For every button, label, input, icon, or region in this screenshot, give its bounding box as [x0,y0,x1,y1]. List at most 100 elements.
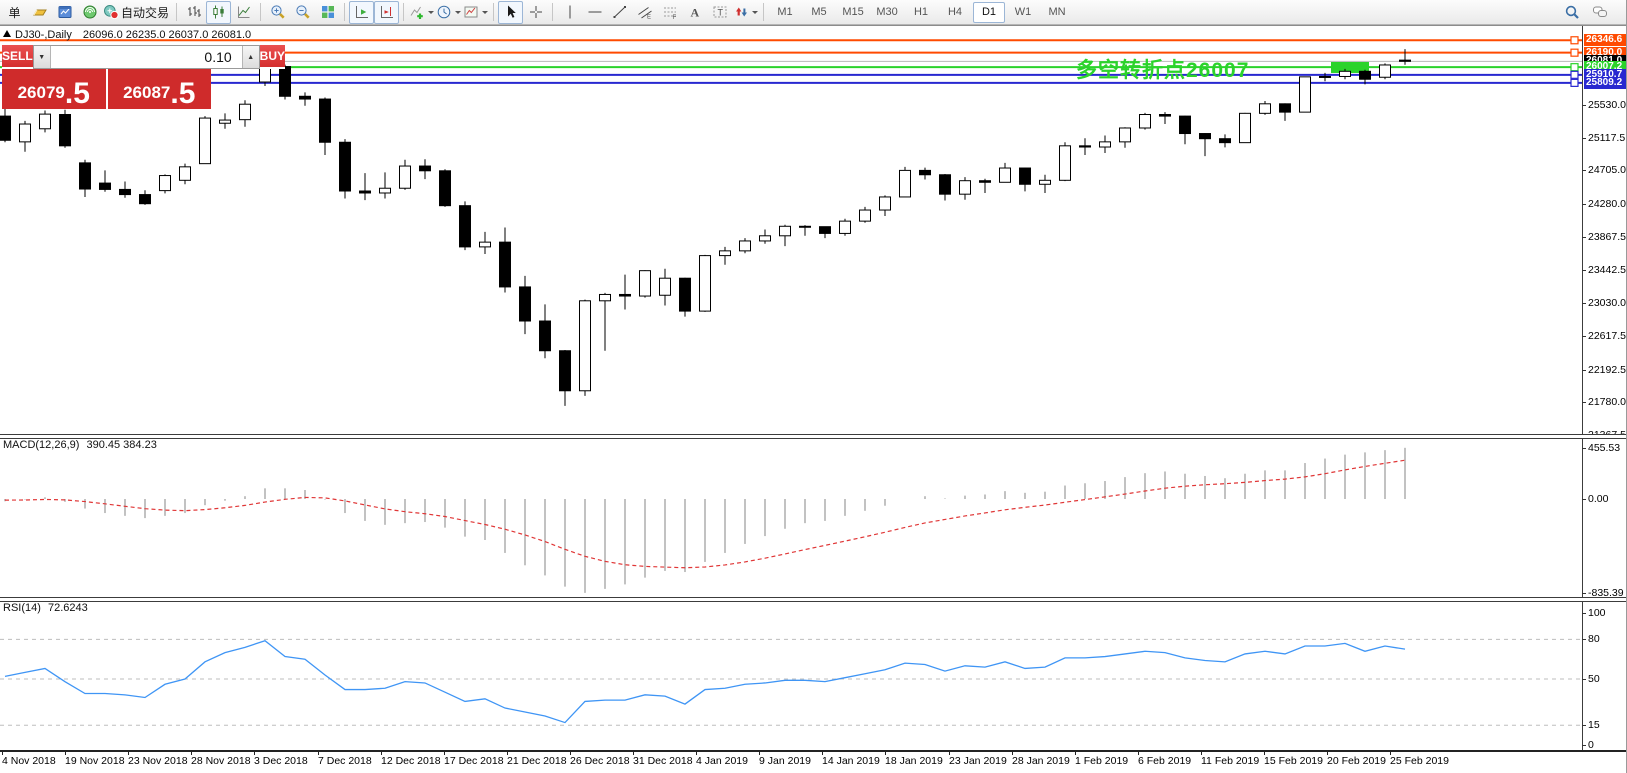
dropdown-arrow-icon[interactable] [482,11,488,14]
fibonacci-button[interactable]: F [657,1,682,24]
horizontal-line-button[interactable] [582,1,607,24]
axis-tick [1582,204,1586,205]
candle-13-Dec [420,159,431,179]
dropdown-arrow-icon[interactable] [455,11,461,14]
level-handle[interactable] [1571,79,1578,86]
crosshair-button[interactable] [523,1,548,24]
market-watch-button[interactable] [52,1,77,24]
templates-icon [463,4,479,20]
level-handle[interactable] [1571,71,1578,78]
candle-20-Nov [80,160,91,197]
trendline-button[interactable] [607,1,632,24]
date-label: 1 Feb 2019 [1075,755,1128,767]
volume-decrease-button[interactable]: ▼ [34,46,51,68]
axis-tick [1582,270,1586,271]
search-icon[interactable] [1564,4,1580,20]
date-label: 28 Jan 2019 [1012,755,1070,767]
date-label: 19 Nov 2018 [65,755,125,767]
chart-shift-icon [379,4,395,20]
candlestick-chart-button[interactable] [206,1,231,24]
price-tick-label: 23442.5 [1588,264,1626,276]
gold-bar-icon [32,4,48,20]
candle-14-Feb [1280,103,1291,120]
candle-12-Dec [400,160,411,190]
level-handle[interactable] [1571,37,1578,44]
chart-annotation-text[interactable]: 多空转折点26007 [1076,54,1249,84]
candle-15-Feb [1300,76,1311,112]
auto-trading-button[interactable]: 自动交易 [102,1,172,24]
indicators-button[interactable] [408,1,435,24]
price-tick-label: 25117.5 [1588,132,1625,144]
timeframe-M15[interactable]: M15 [837,2,869,23]
sell-price[interactable]: 26079 .5 [2,69,108,109]
periods-icon [436,4,452,20]
auto-scroll-button[interactable] [349,1,374,24]
buy-button[interactable]: BUY [260,45,285,69]
timeframe-M30[interactable]: M30 [871,2,903,23]
periods-button[interactable] [435,1,462,24]
text-label-button[interactable]: T [707,1,732,24]
timeframe-H1[interactable]: H1 [905,2,937,23]
equidistant-channel-button[interactable]: E [632,1,657,24]
rsi-label: RSI(14) 72.6243 [3,602,88,614]
volume-input[interactable] [51,46,242,68]
templates-button[interactable] [462,1,489,24]
candle-20-Dec [520,276,531,334]
vertical-line-button[interactable] [557,1,582,24]
toolbar-separator [493,3,494,21]
level-handle[interactable] [1571,49,1578,56]
axis-tick [1582,303,1586,304]
arrows-button[interactable] [732,1,759,24]
candle-7-Feb [1180,116,1191,145]
macd-label: MACD(12,26,9) 390.45 384.23 [3,439,157,451]
sell-button[interactable]: SELL [2,45,33,69]
indicators-icon [409,4,425,20]
candle-21-Jan [920,168,931,180]
axis-tick [1582,499,1586,500]
timeframe-MN[interactable]: MN [1041,2,1073,23]
macd-values: 390.45 384.23 [86,439,156,451]
chat-icon[interactable] [1592,4,1608,20]
macd-pane-separator[interactable] [0,434,1627,439]
buy-price[interactable]: 26087 .5 [108,69,212,109]
volume-control: ▼ ▲ [33,45,260,69]
dropdown-arrow-icon[interactable] [752,11,758,14]
date-label: 21 Dec 2018 [507,755,567,767]
candlesticks-icon [211,4,227,20]
price-tick-label: 24280.0 [1588,198,1626,210]
zoom-in-button[interactable] [265,1,290,24]
timeframe-D1[interactable]: D1 [973,2,1005,23]
date-label: 7 Dec 2018 [318,755,372,767]
level-handle[interactable] [1571,64,1578,71]
timeframe-H4[interactable]: H4 [939,2,971,23]
text-label-icon: T [712,4,728,20]
candlestick-chart[interactable] [0,26,1582,773]
volume-increase-button[interactable]: ▲ [242,46,259,68]
rsi-pane-separator[interactable] [0,597,1627,602]
date-label: 11 Feb 2019 [1201,755,1259,767]
text-button[interactable]: A [682,1,707,24]
chart-shift-button[interactable] [374,1,399,24]
timeframe-W1[interactable]: W1 [1007,2,1039,23]
signals-button[interactable] [77,1,102,24]
svg-text:T: T [717,8,723,18]
axis-tick [1582,138,1586,139]
candle-29-Nov [220,113,231,128]
candle-14-Jan [820,227,831,238]
cursor-button[interactable] [498,1,523,24]
candle-23-Jan [960,177,971,200]
candle-30-Nov [240,100,251,127]
date-label: 6 Feb 2019 [1138,755,1191,767]
zoom-out-button[interactable] [290,1,315,24]
candle-26-Nov [160,174,171,193]
time-axis-line [0,750,1627,752]
bar-chart-button[interactable] [181,1,206,24]
timeframe-M1[interactable]: M1 [769,2,801,23]
new-order-button[interactable]: 单 [2,1,27,24]
price-tick-label: 24705.0 [1588,164,1626,176]
timeframe-M5[interactable]: M5 [803,2,835,23]
gold-bar-button[interactable] [27,1,52,24]
dropdown-arrow-icon[interactable] [428,11,434,14]
tile-windows-button[interactable] [315,1,340,24]
line-chart-button[interactable] [231,1,256,24]
